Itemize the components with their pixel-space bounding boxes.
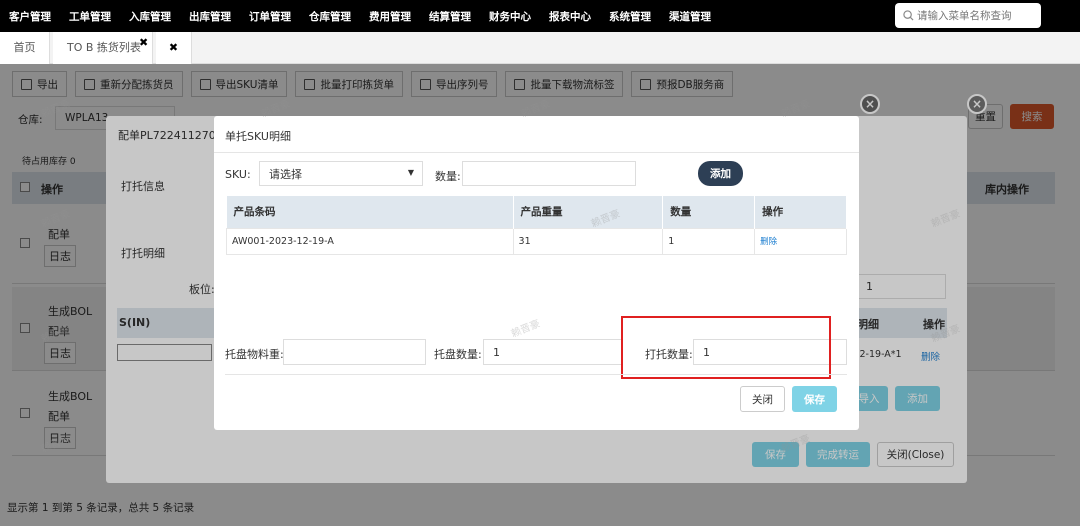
nav-report[interactable]: 报表中心 (540, 9, 600, 24)
pallet-count-input[interactable]: 1 (483, 339, 622, 365)
dialog2-save-button[interactable]: 保存 (792, 386, 837, 412)
sku-select[interactable]: 请选择 ▼ (259, 161, 423, 186)
nav-fee[interactable]: 费用管理 (360, 9, 420, 24)
cell-barcode: AW001-2023-12-19-A (226, 227, 514, 255)
chevron-down-icon: ▼ (407, 168, 414, 177)
col-action: 操作 (754, 196, 847, 228)
pallet-weight-input[interactable] (283, 339, 426, 365)
add-sku-button[interactable]: 添加 (698, 161, 743, 186)
divider (225, 374, 847, 375)
nav-finance[interactable]: 财务中心 (480, 9, 540, 24)
nav-inbound[interactable]: 入库管理 (120, 9, 180, 24)
pallet-count-value: 1 (493, 345, 500, 359)
nav-workorder[interactable]: 工单管理 (60, 9, 120, 24)
tab-close-icon[interactable]: ✖ (139, 36, 148, 49)
close-all-tabs-icon[interactable]: ✖ (156, 32, 192, 64)
dialog2-close-button[interactable]: 关闭 (740, 386, 785, 412)
divider (214, 152, 859, 153)
nav-order[interactable]: 订单管理 (240, 9, 300, 24)
pallet-sku-dialog: 单托SKU明细 SKU: 请选择 ▼ 数量: 添加 产品条码 产品重量 数量 操… (214, 116, 859, 430)
nav-channel[interactable]: 渠道管理 (660, 9, 720, 24)
nav-outbound[interactable]: 出库管理 (180, 9, 240, 24)
nav-customer[interactable]: 客户管理 (0, 9, 60, 24)
col-barcode: 产品条码 (226, 196, 514, 228)
qty-label: 数量: (435, 170, 461, 183)
nav-warehouse[interactable]: 仓库管理 (300, 9, 360, 24)
search-icon (903, 10, 914, 21)
nav-system[interactable]: 系统管理 (600, 9, 660, 24)
sku-select-value: 请选择 (269, 167, 302, 181)
cell-qty: 1 (662, 227, 756, 255)
top-nav: 客户管理 工单管理 入库管理 出库管理 订单管理 仓库管理 费用管理 结算管理 … (0, 0, 1080, 32)
pallet-weight-label: 托盘物料重: (225, 348, 284, 361)
pallet-count-label: 托盘数量: (434, 348, 482, 361)
tab-home[interactable]: 首页 (0, 32, 50, 64)
sku-table: 产品条码 产品重量 数量 操作 AW001-2023-12-19-A 31 1 … (226, 196, 847, 255)
tab-active[interactable]: TO B 拣货列表 (53, 32, 153, 64)
cell-weight: 31 (512, 227, 664, 255)
col-qty: 数量 (662, 196, 756, 228)
tab-bar: 首页 TO B 拣货列表 ✖ ✖ (0, 32, 1080, 64)
qty-input[interactable] (462, 161, 636, 186)
menu-search-placeholder: 请输入菜单名称查询 (917, 10, 1012, 22)
delete-link[interactable]: 删除 (754, 227, 847, 255)
nav-settlement[interactable]: 结算管理 (420, 9, 480, 24)
col-weight: 产品重量 (513, 196, 664, 228)
dialog2-title: 单托SKU明细 (225, 130, 291, 143)
menu-search-input[interactable]: 请输入菜单名称查询 (895, 3, 1041, 28)
table-row: AW001-2023-12-19-A 31 1 删除 (226, 227, 847, 255)
highlight-box (621, 316, 831, 379)
sku-label: SKU: (225, 168, 251, 181)
